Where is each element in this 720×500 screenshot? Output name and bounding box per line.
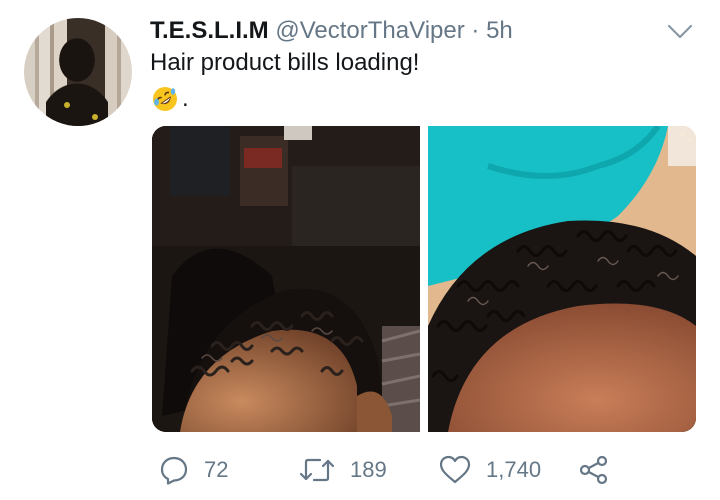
photo-left-art <box>152 126 420 432</box>
tweet-actions: 72 189 1,740 <box>0 448 720 496</box>
photo-right-art <box>428 126 696 432</box>
heart-icon <box>439 455 471 484</box>
reply-count: 72 <box>204 457 229 482</box>
avatar-detail <box>92 114 98 120</box>
chevron-down-icon[interactable] <box>666 18 694 46</box>
avatar-detail <box>64 102 70 108</box>
reply-icon <box>160 456 188 485</box>
avatar-figure <box>46 38 108 126</box>
user-handle[interactable]: @VectorThaViper <box>275 17 464 44</box>
tweet-photo-right[interactable] <box>428 126 696 432</box>
emoji-suffix: . <box>182 85 189 112</box>
reply-button[interactable]: 72 <box>158 454 228 486</box>
media-grid <box>152 126 696 432</box>
retweet-button[interactable]: 189 <box>298 454 387 486</box>
like-button[interactable]: 1,740 <box>438 454 541 486</box>
retweet-count: 189 <box>350 457 387 482</box>
separator-dot: · <box>471 17 480 44</box>
tweet-photo-left[interactable] <box>152 126 420 432</box>
retweet-icon <box>299 458 335 482</box>
timestamp[interactable]: 5h <box>486 17 513 44</box>
share-button[interactable] <box>578 454 610 486</box>
tweet-text: Hair product bills loading! <box>150 49 420 76</box>
tweet-header: T.E.S.L.I.M @VectorThaViper · 5h <box>150 16 513 46</box>
display-name[interactable]: T.E.S.L.I.M <box>150 17 269 44</box>
rolling-on-floor-laughing-icon <box>153 87 177 111</box>
like-count: 1,740 <box>486 457 542 482</box>
emoji-line: . <box>152 84 189 114</box>
share-icon <box>579 455 608 485</box>
avatar[interactable] <box>24 18 132 126</box>
